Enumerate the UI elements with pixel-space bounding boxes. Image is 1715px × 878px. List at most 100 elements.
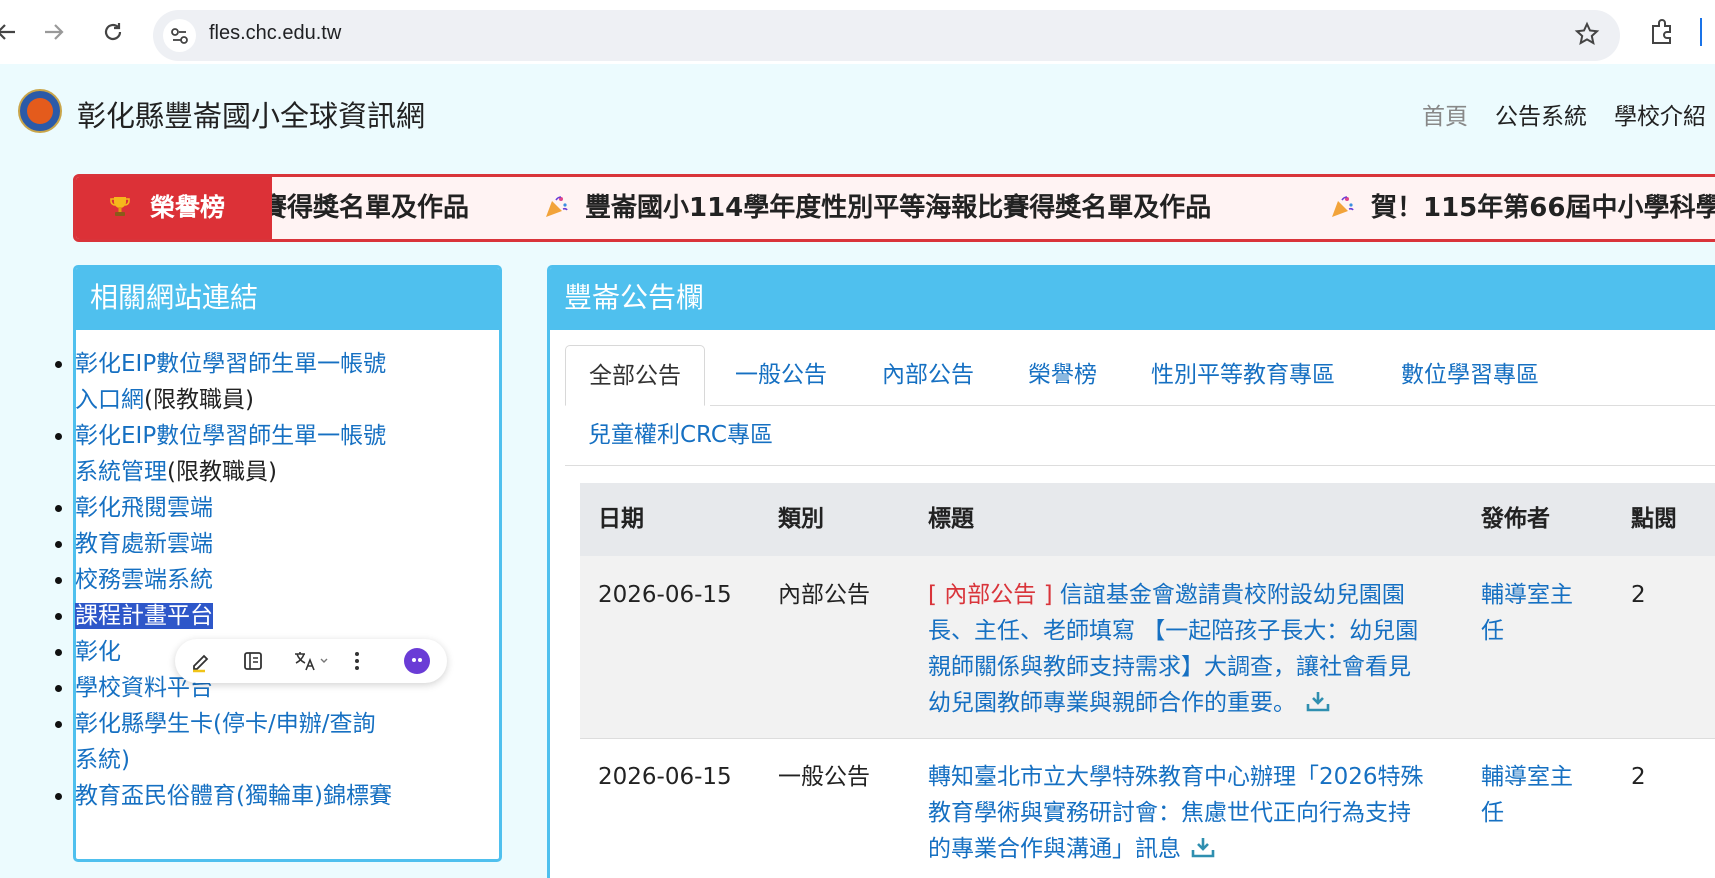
row-publisher[interactable]: 輔導室主 任: [1481, 577, 1573, 649]
announcement-tabs: 全部公告 一般公告 內部公告 榮譽榜 性別平等教育專區 數位學習專區 兒童權利C…: [565, 345, 1715, 465]
link-unicycle-championship[interactable]: 教育盃民俗體育(獨輪車)錦標賽: [75, 783, 392, 809]
browser-toolbar: fles.chc.edu.tw: [0, 0, 1715, 64]
bullet: [55, 793, 62, 800]
link-note: (限教職員): [167, 459, 277, 485]
tab-internal[interactable]: 內部公告: [859, 345, 997, 406]
url-text[interactable]: fles.chc.edu.tw: [209, 22, 341, 45]
row-views: 2: [1631, 764, 1646, 790]
list-item: 彰化EIP數位學習師生單一帳號 入口網(限教職員): [55, 346, 495, 418]
tab-gender-equality[interactable]: 性別平等教育專區: [1128, 345, 1358, 406]
link-changhua-partial[interactable]: 彰化: [75, 639, 121, 665]
link-curriculum-platform[interactable]: 課程計畫平台: [75, 603, 213, 629]
bullet: [55, 721, 62, 728]
row-title[interactable]: 轉知臺北市立大學特殊教育中心辦理「2026特殊 教育學術與實務研討會：焦慮世代正…: [928, 759, 1458, 867]
row-views: 2: [1631, 582, 1646, 608]
table-row: 2026-06-15 一般公告 轉知臺北市立大學特殊教育中心辦理「2026特殊 …: [580, 739, 1715, 878]
bookmark-button[interactable]: [1574, 21, 1600, 53]
bullet: [55, 541, 62, 548]
address-bar[interactable]: fles.chc.edu.tw: [153, 10, 1620, 61]
bullet: [55, 613, 62, 620]
link-school-affairs-cloud[interactable]: 校務雲端系統: [75, 567, 213, 593]
arrow-right-icon: [40, 21, 68, 43]
bullet: [55, 361, 62, 368]
back-button[interactable]: [0, 18, 20, 46]
row-date: 2026-06-15: [598, 582, 732, 608]
col-category[interactable]: 類別: [778, 483, 824, 556]
publisher-line[interactable]: 輔導室主: [1481, 582, 1573, 608]
tab-honor[interactable]: 榮譽榜: [1005, 345, 1120, 406]
link-education-cloud[interactable]: 教育處新雲端: [75, 531, 213, 557]
ticker-item[interactable]: 豐崙國小114學年度性別平等海報比賽得獎名單及作品: [543, 177, 1211, 239]
nav-school-intro[interactable]: 學校介紹: [1614, 97, 1706, 131]
school-logo[interactable]: [18, 89, 62, 133]
notes-icon[interactable]: [241, 649, 265, 673]
download-icon[interactable]: [1306, 690, 1330, 712]
tab-all[interactable]: 全部公告: [565, 345, 705, 406]
internal-tag: [ 內部公告 ]: [928, 582, 1053, 608]
nav-home[interactable]: 首頁: [1422, 97, 1468, 131]
bullet: [55, 577, 62, 584]
announcement-panel-title: 豐崙公告欄: [550, 268, 1715, 330]
title-line[interactable]: 教育學術與實務研討會：焦慮世代正向行為支持: [928, 800, 1411, 826]
link-student-card[interactable]: 系統): [75, 747, 130, 773]
link-eip-admin[interactable]: 彰化EIP數位學習師生單一帳號: [75, 423, 386, 449]
col-date[interactable]: 日期: [598, 483, 644, 556]
tab-digital-learning[interactable]: 數位學習專區: [1378, 345, 1562, 406]
honor-label[interactable]: 榮譽榜: [76, 177, 272, 239]
publisher-line[interactable]: 任: [1481, 800, 1504, 826]
title-line[interactable]: 幼兒園教師專業與親師合作的重要。: [928, 690, 1296, 716]
more-icon[interactable]: [345, 649, 369, 673]
row-publisher[interactable]: 輔導室主 任: [1481, 759, 1573, 831]
table-header: 日期 類別 標題 發佈者 點閱: [580, 483, 1715, 556]
reload-icon: [99, 21, 127, 43]
list-item: 彰化飛閱雲端: [55, 490, 495, 526]
link-student-card[interactable]: 彰化縣學生卡(停卡/申辦/查詢: [75, 711, 375, 737]
tab-general[interactable]: 一般公告: [712, 345, 850, 406]
title-line[interactable]: 轉知臺北市立大學特殊教育中心辦理「2026特殊: [928, 764, 1424, 790]
ticker-item-text: 賀！115年第66屆中小學科學: [1371, 193, 1715, 223]
links-panel-title: 相關網站連結: [76, 268, 499, 330]
selection-toolbar: [175, 639, 447, 683]
arrow-left-icon: [0, 21, 20, 43]
list-item: 課程計畫平台: [55, 598, 495, 634]
col-title[interactable]: 標題: [928, 483, 974, 556]
link-eip-admin[interactable]: 系統管理: [75, 459, 167, 485]
ticker-item[interactable]: 賀！115年第66屆中小學科學: [1329, 177, 1715, 239]
title-line[interactable]: 長、主任、老師填寫 【一起陪孩子長大：幼兒園: [928, 618, 1418, 644]
list-item: 教育處新雲端: [55, 526, 495, 562]
site-info-button[interactable]: [163, 19, 196, 52]
forward-button[interactable]: [40, 18, 68, 46]
list-item: 校務雲端系統: [55, 562, 495, 598]
col-publisher[interactable]: 發佈者: [1481, 483, 1550, 556]
extensions-button[interactable]: [1648, 18, 1676, 50]
publisher-line[interactable]: 任: [1481, 618, 1504, 644]
title-line[interactable]: 的專業合作與溝通」訊息: [928, 836, 1181, 862]
honor-label-text: 榮譽榜: [150, 193, 226, 222]
pencil-icon[interactable]: [189, 649, 213, 673]
toolbar-divider: [1700, 18, 1702, 46]
link-note: (限教職員): [144, 387, 254, 413]
publisher-line[interactable]: 輔導室主: [1481, 764, 1573, 790]
translate-icon[interactable]: [292, 649, 330, 673]
link-feiyue-cloud[interactable]: 彰化飛閱雲端: [75, 495, 213, 521]
link-eip-portal[interactable]: 彰化EIP數位學習師生單一帳號: [75, 351, 386, 377]
star-icon: [1574, 21, 1600, 54]
reload-button[interactable]: [99, 18, 127, 46]
table-row: 2026-06-15 內部公告 [ 內部公告 ] 信誼基金會邀請貴校附設幼兒園園…: [580, 556, 1715, 738]
title-line[interactable]: 信誼基金會邀請貴校附設幼兒園園: [1060, 582, 1405, 608]
list-item: 彰化縣學生卡(停卡/申辦/查詢 系統): [55, 706, 495, 778]
nav-announcements[interactable]: 公告系統: [1495, 97, 1587, 131]
site-title[interactable]: 彰化縣豐崙國小全球資訊網: [77, 93, 425, 135]
bullet: [55, 433, 62, 440]
assistant-icon[interactable]: [404, 648, 430, 674]
download-icon[interactable]: [1191, 836, 1215, 858]
col-views[interactable]: 點閱: [1631, 483, 1677, 556]
row-category: 內部公告: [778, 582, 870, 608]
title-line[interactable]: 親師關係與教師支持需求】大調查，讓社會看見: [928, 654, 1411, 680]
party-popper-icon: [546, 196, 568, 217]
row-title[interactable]: [ 內部公告 ] 信誼基金會邀請貴校附設幼兒園園 長、主任、老師填寫 【一起陪孩…: [928, 577, 1458, 721]
link-eip-portal[interactable]: 入口網: [75, 387, 144, 413]
ticker-item-text: 賽得獎名單及作品: [261, 193, 470, 223]
tab-childrens-rights[interactable]: 兒童權利CRC專區: [565, 405, 796, 466]
ticker-item[interactable]: 賽得獎名單及作品: [261, 177, 469, 239]
